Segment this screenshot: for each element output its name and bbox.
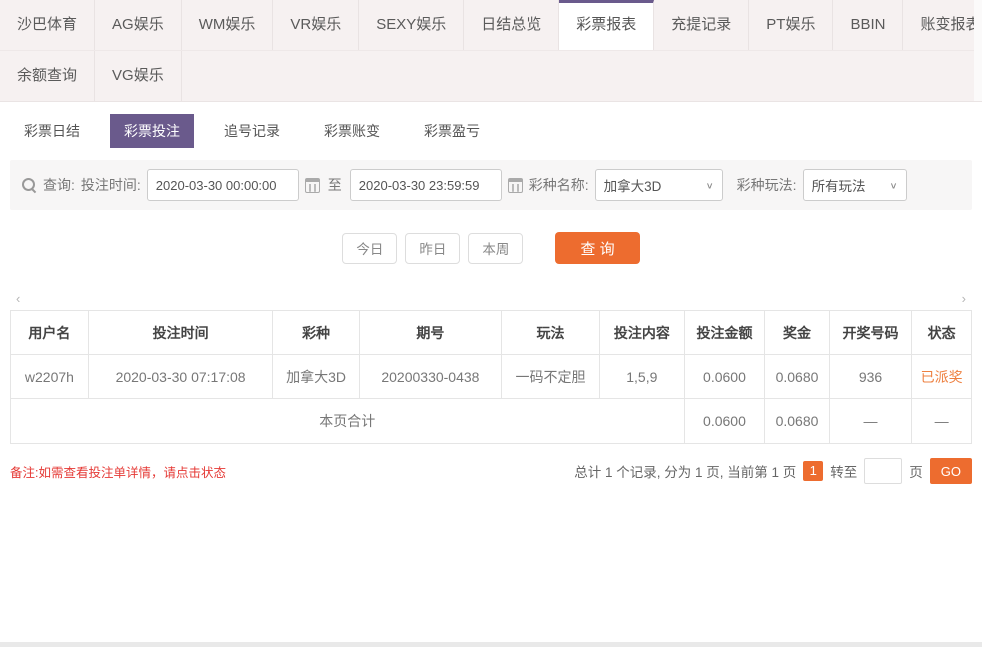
tab-bbin[interactable]: BBIN (833, 0, 903, 50)
top-navigation: 沙巴体育 AG娱乐 WM娱乐 VR娱乐 SEXY娱乐 日结总览 彩票报表 充提记… (0, 0, 982, 102)
cell-bet-content: 1,5,9 (600, 355, 685, 399)
filter-bar: 查询: 投注时间: 至 彩种名称: 加拿大3D ∨ 彩种玩法: 所有玩法 ∨ (10, 160, 972, 210)
search-icon (22, 178, 37, 193)
cell-draw-number: 936 (829, 355, 912, 399)
totals-status: — (912, 399, 972, 444)
top-nav-row-2: 余额查询 VG娱乐 (0, 50, 974, 101)
go-button[interactable]: GO (930, 458, 972, 484)
lottery-name-label: 彩种名称: (529, 175, 589, 195)
lottery-name-select[interactable]: 加拿大3D ∨ (595, 169, 723, 201)
tab-sexy-entertainment[interactable]: SEXY娱乐 (359, 0, 464, 50)
bet-time-label: 投注时间: (81, 175, 141, 195)
date-to-input[interactable] (350, 169, 502, 201)
cell-lottery: 加拿大3D (273, 355, 359, 399)
today-button[interactable]: 今日 (342, 233, 397, 264)
to-label: 至 (328, 175, 342, 195)
cell-username: w2207h (11, 355, 89, 399)
date-from-input[interactable] (147, 169, 299, 201)
tab-lottery-report[interactable]: 彩票报表 (559, 0, 654, 50)
horizontal-scrollbar-track[interactable] (0, 642, 982, 647)
tab-daily-summary[interactable]: 日结总览 (464, 0, 559, 50)
col-header-status: 状态 (912, 311, 972, 355)
tab-deposit-withdraw-records[interactable]: 充提记录 (654, 0, 749, 50)
col-header-bet-amount: 投注金额 (684, 311, 765, 355)
lottery-name-selected: 加拿大3D (604, 175, 662, 195)
col-header-lottery: 彩种 (273, 311, 359, 355)
vertical-scrollbar-track[interactable] (974, 0, 982, 101)
col-header-username: 用户名 (11, 311, 89, 355)
subtab-lottery-account-change[interactable]: 彩票账变 (310, 114, 394, 148)
footer-row: 备注:如需查看投注单详情，请点击状态 总计 1 个记录, 分为 1 页, 当前第… (10, 458, 972, 484)
goto-label: 转至 (830, 461, 857, 481)
query-button[interactable]: 查 询 (555, 232, 639, 264)
this-week-button[interactable]: 本周 (468, 233, 523, 264)
cell-prize: 0.0680 (765, 355, 829, 399)
col-header-draw-number: 开奖号码 (829, 311, 912, 355)
tab-wm-entertainment[interactable]: WM娱乐 (182, 0, 274, 50)
note-text: 备注:如需查看投注单详情，请点击状态 (10, 462, 226, 481)
cell-bet-time: 2020-03-30 07:17:08 (88, 355, 273, 399)
page-unit-label: 页 (909, 461, 923, 481)
chevron-down-icon: ∨ (890, 180, 898, 190)
col-header-play: 玩法 (502, 311, 600, 355)
current-page-badge[interactable]: 1 (803, 461, 823, 481)
col-header-bet-time: 投注时间 (88, 311, 273, 355)
play-type-selected: 所有玩法 (812, 175, 866, 195)
tab-shaba-sports[interactable]: 沙巴体育 (0, 0, 95, 50)
cell-status: 已派奖 (912, 355, 972, 399)
tab-account-change-report[interactable]: 账变报表 (903, 0, 982, 50)
play-type-label: 彩种玩法: (737, 175, 797, 195)
pagination: 总计 1 个记录, 分为 1 页, 当前第 1 页 1 转至 页 GO (574, 458, 972, 484)
tab-vr-entertainment[interactable]: VR娱乐 (273, 0, 359, 50)
cell-bet-amount: 0.0600 (684, 355, 765, 399)
table-header-row: 用户名 投注时间 彩种 期号 玩法 投注内容 投注金额 奖金 开奖号码 状态 (11, 311, 972, 355)
subtab-lottery-daily[interactable]: 彩票日结 (10, 114, 94, 148)
cell-play: 一码不定胆 (502, 355, 600, 399)
totals-prize: 0.0680 (765, 399, 829, 444)
col-header-bet-content: 投注内容 (600, 311, 685, 355)
yesterday-button[interactable]: 昨日 (405, 233, 460, 264)
pagination-summary: 总计 1 个记录, 分为 1 页, 当前第 1 页 (574, 461, 796, 481)
quick-date-buttons: 今日 昨日 本周 查 询 (0, 232, 982, 264)
status-link[interactable]: 已派奖 (921, 369, 963, 385)
tab-vg-entertainment[interactable]: VG娱乐 (95, 51, 182, 101)
calendar-icon[interactable] (508, 178, 523, 193)
totals-draw-number: — (829, 399, 912, 444)
subtab-lottery-profit-loss[interactable]: 彩票盈亏 (410, 114, 494, 148)
cell-issue: 20200330-0438 (359, 355, 501, 399)
bets-table: 用户名 投注时间 彩种 期号 玩法 投注内容 投注金额 奖金 开奖号码 状态 w… (10, 310, 972, 444)
col-header-issue: 期号 (359, 311, 501, 355)
subtab-lottery-bets[interactable]: 彩票投注 (110, 114, 194, 148)
totals-label: 本页合计 (11, 399, 685, 444)
results-table-zone: ‹ › 用户名 投注时间 彩种 期号 玩法 投注内容 投注金额 奖金 开奖号码 … (10, 292, 972, 444)
calendar-icon[interactable] (305, 178, 320, 193)
sub-navigation: 彩票日结 彩票投注 追号记录 彩票账变 彩票盈亏 (10, 114, 982, 148)
goto-page-input[interactable] (864, 458, 902, 484)
scroll-right-icon[interactable]: › (962, 292, 966, 308)
table-row: w2207h 2020-03-30 07:17:08 加拿大3D 2020033… (11, 355, 972, 399)
tab-ag-entertainment[interactable]: AG娱乐 (95, 0, 182, 50)
play-type-select[interactable]: 所有玩法 ∨ (803, 169, 907, 201)
table-scroll-arrows: ‹ › (10, 292, 972, 308)
col-header-prize: 奖金 (765, 311, 829, 355)
tab-pt-entertainment[interactable]: PT娱乐 (749, 0, 833, 50)
search-label: 查询: (43, 175, 75, 195)
table-totals-row: 本页合计 0.0600 0.0680 — — (11, 399, 972, 444)
scroll-left-icon[interactable]: ‹ (16, 292, 20, 308)
subtab-chase-number-records[interactable]: 追号记录 (210, 114, 294, 148)
totals-bet-amount: 0.0600 (684, 399, 765, 444)
chevron-down-icon: ∨ (706, 180, 714, 190)
tab-balance-inquiry[interactable]: 余额查询 (0, 51, 95, 101)
top-nav-row-1: 沙巴体育 AG娱乐 WM娱乐 VR娱乐 SEXY娱乐 日结总览 彩票报表 充提记… (0, 0, 974, 50)
